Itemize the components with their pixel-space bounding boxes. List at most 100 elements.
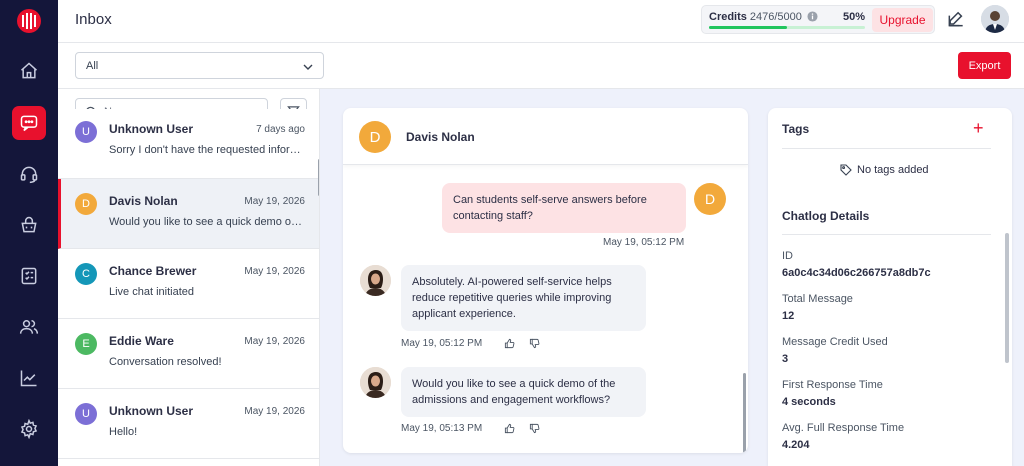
credits-progress-fill — [709, 26, 787, 29]
thumbs-up-icon[interactable] — [504, 338, 515, 349]
avatar: D — [75, 193, 97, 215]
edit-icon[interactable] — [946, 9, 966, 29]
thumbs-down-icon[interactable] — [529, 338, 540, 349]
agent-photo-icon — [360, 367, 391, 398]
user-photo-icon — [981, 5, 1009, 33]
divider — [782, 148, 991, 149]
bot-message-bubble: Would you like to see a quick demo of th… — [401, 367, 646, 417]
conversation-date: May 19, 2026 — [244, 336, 305, 347]
headset-icon — [20, 166, 38, 184]
divider — [782, 234, 991, 235]
list-item[interactable]: U Unknown User May 19, 2026 Hello! — [58, 389, 319, 459]
nav-settings[interactable] — [12, 412, 46, 446]
bot-avatar — [360, 265, 391, 296]
home-icon — [21, 62, 37, 79]
bot-avatar — [360, 367, 391, 398]
field-value-credit-used: 3 — [782, 353, 789, 365]
conversation-preview: Would you like to see a quick demo of th… — [109, 216, 303, 228]
add-tag-button[interactable]: + — [973, 119, 984, 137]
contact-name: Unknown User — [109, 404, 194, 418]
info-icon[interactable] — [807, 11, 818, 22]
analytics-icon — [20, 370, 37, 387]
conversation-scrollbar[interactable] — [318, 159, 319, 196]
field-label-id: ID — [782, 250, 793, 262]
credits-widget: Credits 2476/5000 50% Upgrade — [701, 5, 935, 34]
nav-users[interactable] — [12, 310, 46, 344]
contact-name: Eddie Ware — [109, 334, 174, 348]
users-icon — [19, 320, 39, 334]
thumbs-up-icon[interactable] — [504, 423, 515, 434]
nav-home[interactable] — [12, 54, 46, 88]
field-label-total-message: Total Message — [782, 293, 853, 305]
selected-filter: All — [86, 60, 99, 72]
export-button[interactable]: Export — [958, 52, 1011, 79]
list-item[interactable]: E Eddie Ware May 19, 2026 Conversation r… — [58, 319, 319, 389]
credits-count: 2476/5000 — [749, 11, 802, 23]
field-value-id: 6a0c4c34d06c266757a8db7c — [782, 267, 931, 279]
nav-analytics[interactable] — [12, 361, 46, 395]
contact-name: Unknown User — [109, 122, 194, 136]
tag-icon — [840, 164, 852, 176]
contact-name: Davis Nolan — [109, 194, 178, 208]
chat-contact-name: Davis Nolan — [406, 130, 475, 144]
bot-message-bubble: Absolutely. AI-powered self-service help… — [401, 265, 646, 331]
list-item-active[interactable]: D Davis Nolan May 19, 2026 Would you lik… — [58, 179, 319, 249]
message-time: May 19, 05:12 PM — [401, 338, 483, 349]
credits-label: Credits 2476/5000 — [709, 11, 802, 23]
field-value-total-message: 12 — [782, 310, 795, 322]
sidebar — [0, 0, 58, 466]
credits-percent: 50% — [843, 11, 866, 23]
avatar: U — [75, 121, 97, 143]
chevron-down-icon — [303, 64, 313, 70]
conversation-preview: Sorry I don't have the requested informa… — [109, 144, 303, 156]
conversation-preview: Hello! — [109, 426, 138, 438]
field-label-credit-used: Message Credit Used — [782, 336, 888, 348]
conversation-date: May 19, 2026 — [244, 196, 305, 207]
avatar: U — [75, 403, 97, 425]
contact-name: Chance Brewer — [109, 264, 197, 278]
conversation-date: May 19, 2026 — [244, 266, 305, 277]
conversation-date: 7 days ago — [256, 124, 305, 135]
message-time: May 19, 05:12 PM — [603, 237, 685, 248]
chat-icon — [20, 115, 38, 132]
page-title: Inbox — [75, 11, 112, 28]
no-tags-text: No tags added — [857, 164, 929, 176]
message-time: May 19, 05:13 PM — [401, 423, 483, 434]
field-value-first-response: 4 seconds — [782, 396, 836, 408]
details-scrollbar[interactable] — [1005, 233, 1009, 363]
nav-inbox[interactable] — [12, 106, 46, 140]
field-label-first-response: First Response Time — [782, 379, 883, 391]
user-message-bubble: Can students self-serve answers before c… — [442, 183, 686, 233]
conversation-date: May 19, 2026 — [244, 406, 305, 417]
upgrade-button[interactable]: Upgrade — [872, 8, 933, 32]
thumbs-down-icon[interactable] — [529, 423, 540, 434]
user-avatar[interactable] — [981, 5, 1009, 33]
avatar: C — [75, 263, 97, 285]
agent-photo-icon — [360, 265, 391, 296]
nav-support[interactable] — [12, 157, 46, 191]
nav-store[interactable] — [12, 208, 46, 242]
checklist-icon — [21, 267, 37, 285]
list-item[interactable]: C Chance Brewer May 19, 2026 Live chat i… — [58, 249, 319, 319]
conversation-preview: Conversation resolved! — [109, 356, 222, 368]
credits-progress-bar — [709, 26, 865, 29]
field-value-avg-response: 4.204 — [782, 439, 810, 451]
chatlog-heading: Chatlog Details — [782, 209, 870, 223]
tags-heading: Tags — [782, 122, 810, 136]
user-message-avatar: D — [694, 183, 726, 215]
settings-icon — [20, 419, 38, 439]
avatar: E — [75, 333, 97, 355]
conversation-panel: U Unknown User 7 days ago Sorry I don't … — [58, 89, 320, 466]
contact-avatar: D — [359, 121, 391, 153]
filter-bar: All Export — [58, 43, 1024, 89]
conversation-list: U Unknown User 7 days ago Sorry I don't … — [58, 109, 319, 466]
field-label-avg-response: Avg. Full Response Time — [782, 422, 905, 434]
nav-tasks[interactable] — [12, 259, 46, 293]
brand-logo-icon[interactable] — [16, 8, 42, 34]
chat-panel: D Davis Nolan Can students self-serve an… — [343, 108, 748, 453]
chat-scrollbar[interactable] — [743, 373, 746, 453]
list-item[interactable]: U Unknown User 7 days ago Sorry I don't … — [58, 109, 319, 179]
conversation-filter-select[interactable]: All — [75, 52, 324, 79]
no-tags-message: No tags added — [840, 164, 929, 176]
chat-header: D Davis Nolan — [343, 108, 748, 165]
